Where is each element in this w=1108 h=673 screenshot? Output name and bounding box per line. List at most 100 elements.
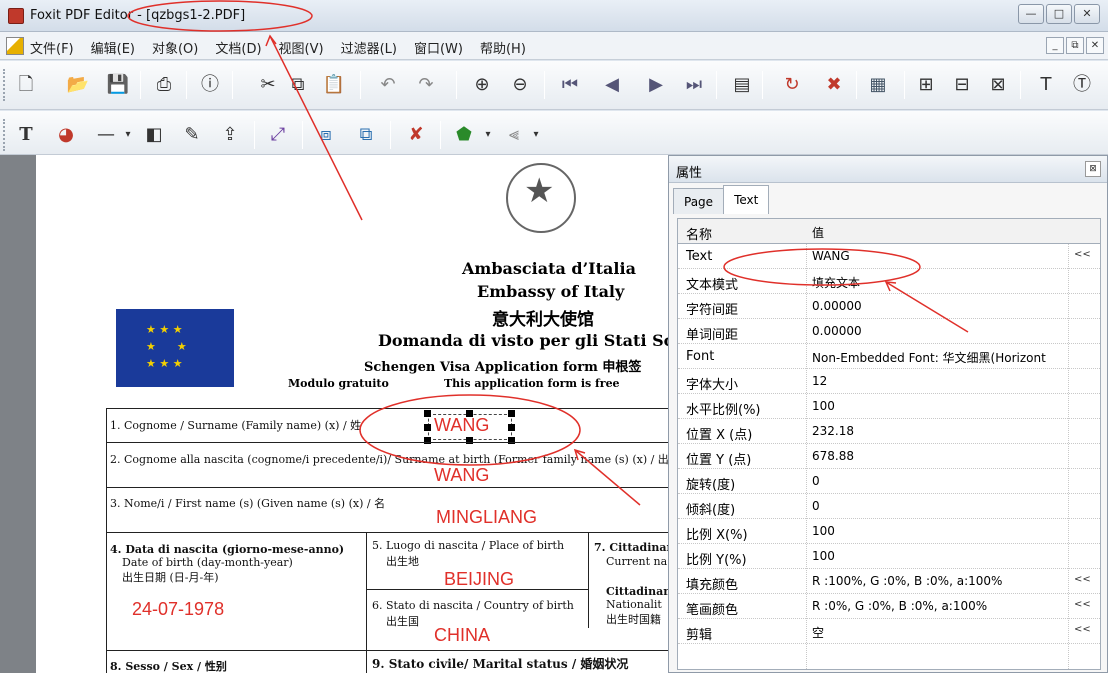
resize-handle[interactable] xyxy=(424,410,431,417)
align-left-icon[interactable]: ⫷ xyxy=(502,123,526,147)
page-icon[interactable]: ▤ xyxy=(730,73,754,97)
object-toolbar: T ◕ — ▾ ◧ ✎ ⇪ ⤢ ⧈ ⧉ ✘ ⬟ ▾ ⫷ ▾ xyxy=(0,111,1108,155)
properties-title: 属性 xyxy=(676,166,703,181)
copy-icon[interactable]: ⧉ xyxy=(286,73,310,97)
prop-row-font[interactable]: Font Non-Embedded Font: 华文细黑(Horizont xyxy=(678,344,1100,369)
prop-row-scale-x[interactable]: 比例 X(%) 100 xyxy=(678,519,1100,544)
title-bar: Foxit PDF Editor - [qzbgs1-2.PDF] — □ ✕ xyxy=(0,0,1108,32)
minimize-button[interactable]: — xyxy=(1018,4,1044,24)
prop-row-text-mode[interactable]: 文本模式 填充文本 xyxy=(678,269,1100,294)
align-dropdown-icon[interactable]: ▾ xyxy=(524,123,548,147)
first-name-label: 3. Nome/i / First name (s) (Given name (… xyxy=(110,497,386,510)
line-icon[interactable]: — xyxy=(94,123,118,147)
resize-handle[interactable] xyxy=(466,410,473,417)
document-menu-icon[interactable] xyxy=(6,37,24,55)
close-button[interactable]: ✕ xyxy=(1074,4,1100,24)
menu-filter[interactable]: 过滤器(L) xyxy=(341,38,397,57)
distribute-icon[interactable]: ⊠ xyxy=(986,73,1010,97)
prop-row-h-scale[interactable]: 水平比例(%) 100 xyxy=(678,394,1100,419)
text-tool-icon[interactable]: T xyxy=(1034,73,1058,97)
print-icon[interactable]: ⎙ xyxy=(152,73,176,97)
prop-row-char-spacing[interactable]: 字符间距 0.00000 xyxy=(678,294,1100,319)
prev-page-icon[interactable]: ◀ xyxy=(600,73,624,97)
line-dropdown-icon[interactable]: ▾ xyxy=(116,123,140,147)
first-page-icon[interactable]: ⏮ xyxy=(558,73,582,97)
mdi-minimize-button[interactable]: _ xyxy=(1046,37,1064,54)
prop-row-font-size[interactable]: 字体大小 12 xyxy=(678,369,1100,394)
header-value[interactable]: 值 xyxy=(812,224,824,241)
mdi-restore-button[interactable]: ⧉ xyxy=(1066,37,1084,54)
prop-row-rotation[interactable]: 旋转(度) 0 xyxy=(678,469,1100,494)
expand-button[interactable]: << xyxy=(1074,249,1091,260)
resize-handle[interactable] xyxy=(508,424,515,431)
menu-object[interactable]: 对象(O) xyxy=(152,38,198,57)
mdi-close-button[interactable]: ✕ xyxy=(1086,37,1104,54)
paste-icon[interactable]: 📋 xyxy=(322,73,346,97)
prop-row-word-spacing[interactable]: 单词间距 0.00000 xyxy=(678,319,1100,344)
image-icon[interactable]: ◧ xyxy=(142,123,166,147)
cut-icon[interactable]: ✂ xyxy=(256,73,280,97)
next-page-icon[interactable]: ▶ xyxy=(644,73,668,97)
form-row-line xyxy=(106,532,676,533)
save-icon[interactable]: 💾 xyxy=(106,73,130,97)
menu-document[interactable]: 文档(D) xyxy=(215,38,261,57)
menu-edit[interactable]: 编辑(E) xyxy=(91,38,135,57)
ungroup-icon[interactable]: ⧉ xyxy=(354,123,378,147)
delete-icon[interactable]: ✖ xyxy=(822,73,846,97)
menu-window[interactable]: 窗口(W) xyxy=(414,38,463,57)
prop-row-text[interactable]: Text WANG << xyxy=(678,244,1100,269)
prop-row-clip[interactable]: 剪辑空 << xyxy=(678,619,1100,644)
info-circle-icon[interactable]: Ⓣ xyxy=(1070,73,1094,97)
grid-icon[interactable]: ▦ xyxy=(866,73,890,97)
toolbar-separator xyxy=(904,71,905,99)
zoom-out-icon[interactable]: ⊖ xyxy=(508,73,532,97)
expand-button[interactable]: << xyxy=(1074,574,1091,585)
open-icon[interactable]: 📂 xyxy=(66,73,90,97)
menu-help[interactable]: 帮助(H) xyxy=(480,38,526,57)
expand-button[interactable]: << xyxy=(1074,599,1091,610)
last-page-icon[interactable]: ⏭ xyxy=(682,73,706,97)
align-icon[interactable]: ⊟ xyxy=(950,73,974,97)
info-icon[interactable]: ⓘ xyxy=(198,73,222,97)
menu-file[interactable]: 文件(F) xyxy=(30,38,74,57)
export-icon[interactable]: ⇪ xyxy=(218,123,242,147)
resize-handle[interactable] xyxy=(508,410,515,417)
toolbar-separator xyxy=(544,71,545,99)
undo-icon[interactable]: ↶ xyxy=(376,73,400,97)
grid-header-row: 名称 值 xyxy=(678,219,1100,244)
group-icon[interactable]: ⧈ xyxy=(314,123,338,147)
prop-row-fill-color[interactable]: 填充颜色 R :100%, G :0%, B :0%, a:100% << xyxy=(678,569,1100,594)
transform-icon[interactable]: ⤢ xyxy=(266,123,290,147)
maximize-button[interactable]: □ xyxy=(1046,4,1072,24)
resize-handle[interactable] xyxy=(424,424,431,431)
toolbar-separator xyxy=(1020,71,1021,99)
shape-dropdown-icon[interactable]: ▾ xyxy=(476,123,500,147)
dob-label-cn: 出生日期 (日-月-年) xyxy=(122,571,219,584)
toolbar-separator xyxy=(856,71,857,99)
tab-page[interactable]: Page xyxy=(673,188,725,214)
prop-row-skew[interactable]: 倾斜(度) 0 xyxy=(678,494,1100,519)
text-fit-icon[interactable]: ⊞ xyxy=(914,73,938,97)
text-object-icon[interactable]: T xyxy=(14,123,38,147)
menu-view[interactable]: 视图(V) xyxy=(279,38,324,57)
prop-row-pos-x[interactable]: 位置 X (点) 232.18 xyxy=(678,419,1100,444)
toolbar-grip[interactable] xyxy=(3,69,7,101)
header-name[interactable]: 名称 xyxy=(686,224,712,243)
color-icon[interactable]: ◕ xyxy=(54,123,78,147)
prop-row-scale-y[interactable]: 比例 Y(%) 100 xyxy=(678,544,1100,569)
redo-icon[interactable]: ↷ xyxy=(414,73,438,97)
nationality-label: 7. Cittadinan xyxy=(594,541,675,554)
toolbar-grip[interactable] xyxy=(3,119,7,151)
prop-row-pos-y[interactable]: 位置 Y (点) 678.88 xyxy=(678,444,1100,469)
prop-row-stroke-color[interactable]: 笔画颜色 R :0%, G :0%, B :0%, a:100% << xyxy=(678,594,1100,619)
edit-icon[interactable]: ✎ xyxy=(180,123,204,147)
shape-icon[interactable]: ⬟ xyxy=(452,123,476,147)
pdf-page[interactable]: Ambasciata d’Italia Embassy of Italy 意大利… xyxy=(36,155,676,673)
cancel-icon[interactable]: ✘ xyxy=(404,123,428,147)
rotate-icon[interactable]: ↻ xyxy=(780,73,804,97)
tab-text[interactable]: Text xyxy=(723,185,770,214)
properties-close-button[interactable]: ⊠ xyxy=(1085,161,1101,177)
expand-button[interactable]: << xyxy=(1074,624,1091,635)
new-icon[interactable]: 🗋 xyxy=(14,73,38,97)
zoom-in-icon[interactable]: ⊕ xyxy=(470,73,494,97)
